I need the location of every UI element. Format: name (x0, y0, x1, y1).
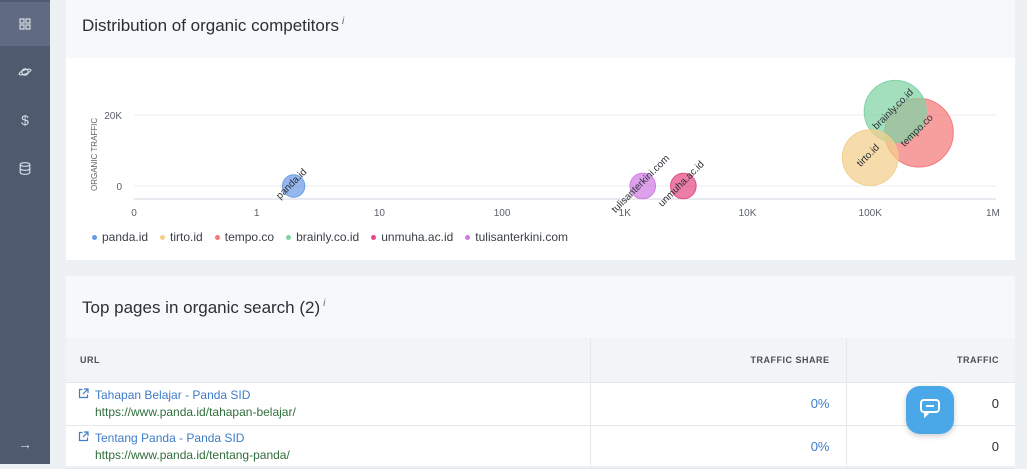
legend-item[interactable]: tempo.co (214, 230, 275, 244)
legend-dot (371, 234, 377, 240)
legend-dot (92, 234, 97, 240)
traffic-share-cell[interactable]: 0% (590, 425, 847, 469)
legend-label: panda.id (102, 230, 149, 244)
competitors-title: Distribution of organic competitors i (82, 16, 345, 35)
column-header-traffic-share[interactable]: TRAFFIC SHARE (590, 338, 847, 383)
column-header-url[interactable]: URL (66, 338, 591, 383)
legend-item[interactable]: unmuha.ac.id (371, 230, 453, 244)
y-tick-label: 20K (104, 111, 122, 122)
url-cell: Tahapan Belajar - Panda SID https://www.… (66, 382, 591, 426)
url-cell: Tentang Panda - Panda SID https://www.pa… (66, 425, 591, 469)
x-tick-label: 1 (254, 208, 260, 219)
x-tick-label: 100 (494, 208, 511, 219)
sidebar-item-paid[interactable]: $ (0, 98, 50, 142)
x-tick-label: 0 (131, 208, 137, 219)
legend-dot (465, 234, 471, 240)
column-header-traffic[interactable]: TRAFFIC (846, 338, 1015, 383)
sidebar-item-data[interactable] (0, 146, 50, 190)
legend-label: tulisanterkini.com (475, 230, 568, 244)
dollar-icon: $ (21, 112, 29, 128)
y-tick-label: 0 (116, 182, 122, 193)
database-icon (19, 161, 31, 175)
page-link[interactable]: Tahapan Belajar - Panda SID (78, 388, 590, 402)
page-url: https://www.panda.id/tentang-panda/ (95, 448, 290, 462)
y-axis-label: ORGANIC TRAFFIC (90, 118, 99, 191)
legend-label: tirto.id (170, 230, 203, 244)
x-tick-label: 100K (859, 208, 883, 219)
chart-legend: panda.id tirto.id tempo.co brainly.co.id unm… (92, 230, 568, 244)
top-pages-table: URL TRAFFIC SHARE TRAFFIC Tahapan Belaja… (66, 338, 1015, 469)
competitors-card: Distribution of organic competitors i 0 20… (66, 0, 1015, 260)
page-title: Tahapan Belajar - Panda SID (95, 388, 251, 402)
sidebar-item-organic[interactable] (0, 50, 50, 94)
legend-item[interactable]: tulisanterkini.com (465, 230, 568, 244)
legend-label: brainly.co.id (296, 230, 360, 244)
legend-label: tempo.co (224, 230, 275, 244)
sidebar: $ → (0, 0, 50, 464)
chat-icon (919, 398, 941, 423)
top-pages-card-header: Top pages in organic search (2) i (66, 276, 1015, 338)
x-tick-label: 10K (739, 208, 757, 219)
arrow-right-icon: → (18, 436, 32, 452)
page-title: Tentang Panda - Panda SID (95, 431, 245, 445)
legend-item[interactable]: brainly.co.id (286, 230, 359, 244)
traffic-share-cell[interactable]: 0% (590, 382, 847, 426)
sidebar-expand-button[interactable]: → (0, 422, 50, 466)
x-tick-label: 1M (986, 208, 1000, 219)
top-pages-card: Top pages in organic search (2) i URL TRA… (66, 276, 1015, 469)
legend-dot (286, 234, 292, 240)
legend-item[interactable]: panda.id (92, 230, 148, 244)
grid-icon (19, 18, 31, 30)
legend-dot (214, 234, 220, 240)
competitors-bubble-chart: 020KORGANIC TRAFFIC0 1 10 100 1K 10K 100K 1Mpan… (90, 79, 1000, 219)
competitors-card-header: Distribution of organic competitors i (66, 0, 1015, 58)
table-row: Tentang Panda - Panda SID https://www.pa… (66, 425, 1015, 469)
legend-dot (160, 234, 166, 240)
chat-button[interactable] (906, 386, 954, 434)
info-icon[interactable]: i (342, 16, 344, 27)
page-url: https://www.panda.id/tahapan-belajar/ (95, 405, 296, 419)
planet-icon (18, 66, 32, 78)
legend-item[interactable]: tirto.id (160, 230, 203, 244)
legend-label: unmuha.ac.id (381, 230, 454, 244)
info-icon[interactable]: i (323, 298, 325, 309)
external-link-icon (78, 431, 89, 445)
external-link-icon (78, 388, 89, 402)
x-tick-label: 10 (374, 208, 386, 219)
sidebar-item-dashboard[interactable] (0, 2, 50, 46)
table-row: Tahapan Belajar - Panda SID https://www.… (66, 382, 1015, 426)
page-link[interactable]: Tentang Panda - Panda SID (78, 431, 590, 445)
table-header-row: URL TRAFFIC SHARE TRAFFIC (66, 338, 1015, 383)
top-pages-title: Top pages in organic search (2) i (82, 298, 326, 317)
